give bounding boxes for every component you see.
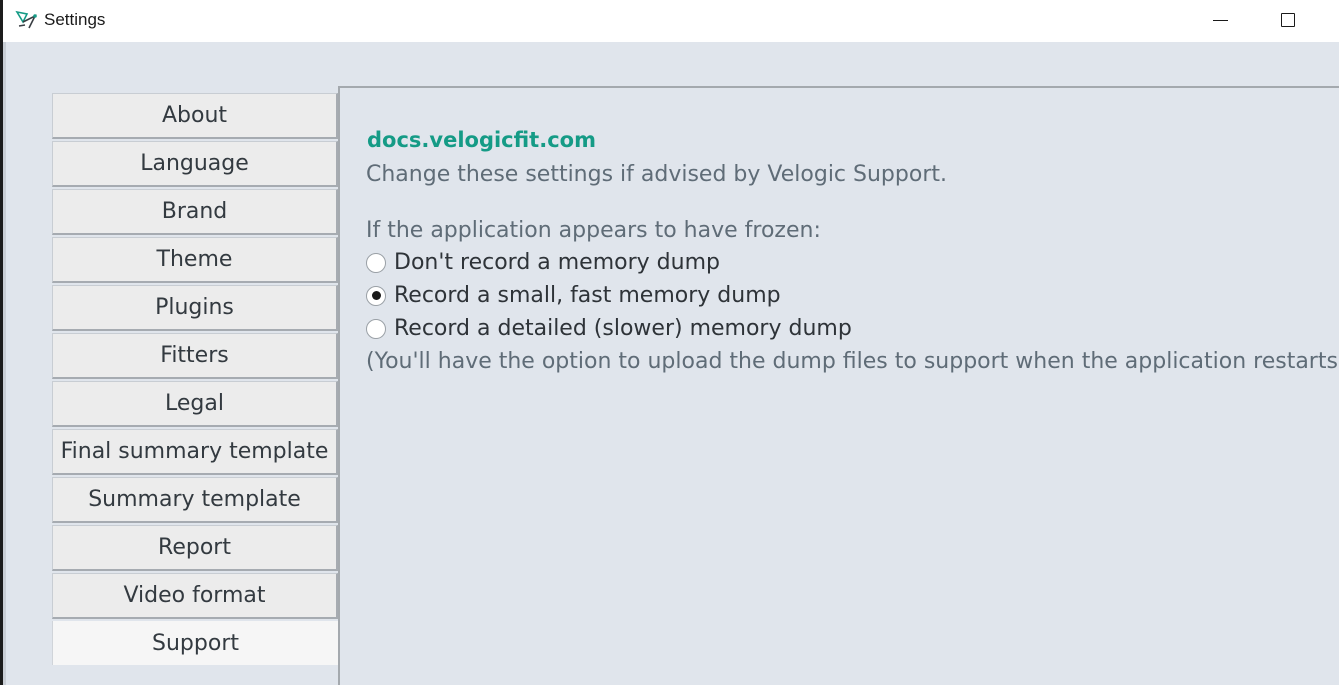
minimize-button[interactable] xyxy=(1197,0,1243,40)
radio-dot-icon xyxy=(371,291,381,300)
nav-item-brand[interactable]: Brand xyxy=(52,189,338,235)
radio-detailed-dump[interactable]: Record a detailed (slower) memory dump xyxy=(366,316,852,341)
freeze-question: If the application appears to have froze… xyxy=(366,218,821,243)
radio-label: Don't record a memory dump xyxy=(394,250,720,275)
dump-footnote: (You'll have the option to upload the du… xyxy=(366,349,1339,374)
radio-button-unchecked[interactable] xyxy=(366,318,386,339)
nav-item-video-format[interactable]: Video format xyxy=(52,573,338,619)
support-hint: Change these settings if advised by Velo… xyxy=(366,162,947,187)
minimize-icon xyxy=(1212,19,1228,21)
nav-item-about[interactable]: About xyxy=(52,93,338,139)
support-panel: docs.velogicfit.com Change these setting… xyxy=(338,86,1339,685)
nav-item-summary-template[interactable]: Summary template xyxy=(52,477,338,523)
maximize-button[interactable] xyxy=(1265,0,1311,40)
radio-no-dump[interactable]: Don't record a memory dump xyxy=(366,250,720,275)
nav-item-language[interactable]: Language xyxy=(52,141,338,187)
nav-item-final-summary-template[interactable]: Final summary template xyxy=(52,429,338,475)
window-title: Settings xyxy=(44,10,106,29)
nav-item-theme[interactable]: Theme xyxy=(52,237,338,283)
nav-item-support[interactable]: Support xyxy=(52,621,338,665)
settings-window: Settings About Language Brand Theme Plug… xyxy=(0,0,1339,685)
app-logo-icon xyxy=(15,10,37,29)
maximize-icon xyxy=(1281,13,1295,27)
radio-button-unchecked[interactable] xyxy=(366,252,386,273)
nav-item-legal[interactable]: Legal xyxy=(52,381,338,427)
nav-item-plugins[interactable]: Plugins xyxy=(52,285,338,331)
nav-item-report[interactable]: Report xyxy=(52,525,338,571)
radio-label: Record a small, fast memory dump xyxy=(394,283,781,308)
title-bar[interactable]: Settings xyxy=(3,0,1339,42)
docs-link[interactable]: docs.velogicfit.com xyxy=(367,128,596,152)
radio-small-dump[interactable]: Record a small, fast memory dump xyxy=(366,283,781,308)
radio-button-checked[interactable] xyxy=(366,285,386,306)
settings-nav: About Language Brand Theme Plugins Fitte… xyxy=(52,93,338,667)
window-inner-edge xyxy=(3,42,6,685)
radio-label: Record a detailed (slower) memory dump xyxy=(394,316,852,341)
nav-item-fitters[interactable]: Fitters xyxy=(52,333,338,379)
